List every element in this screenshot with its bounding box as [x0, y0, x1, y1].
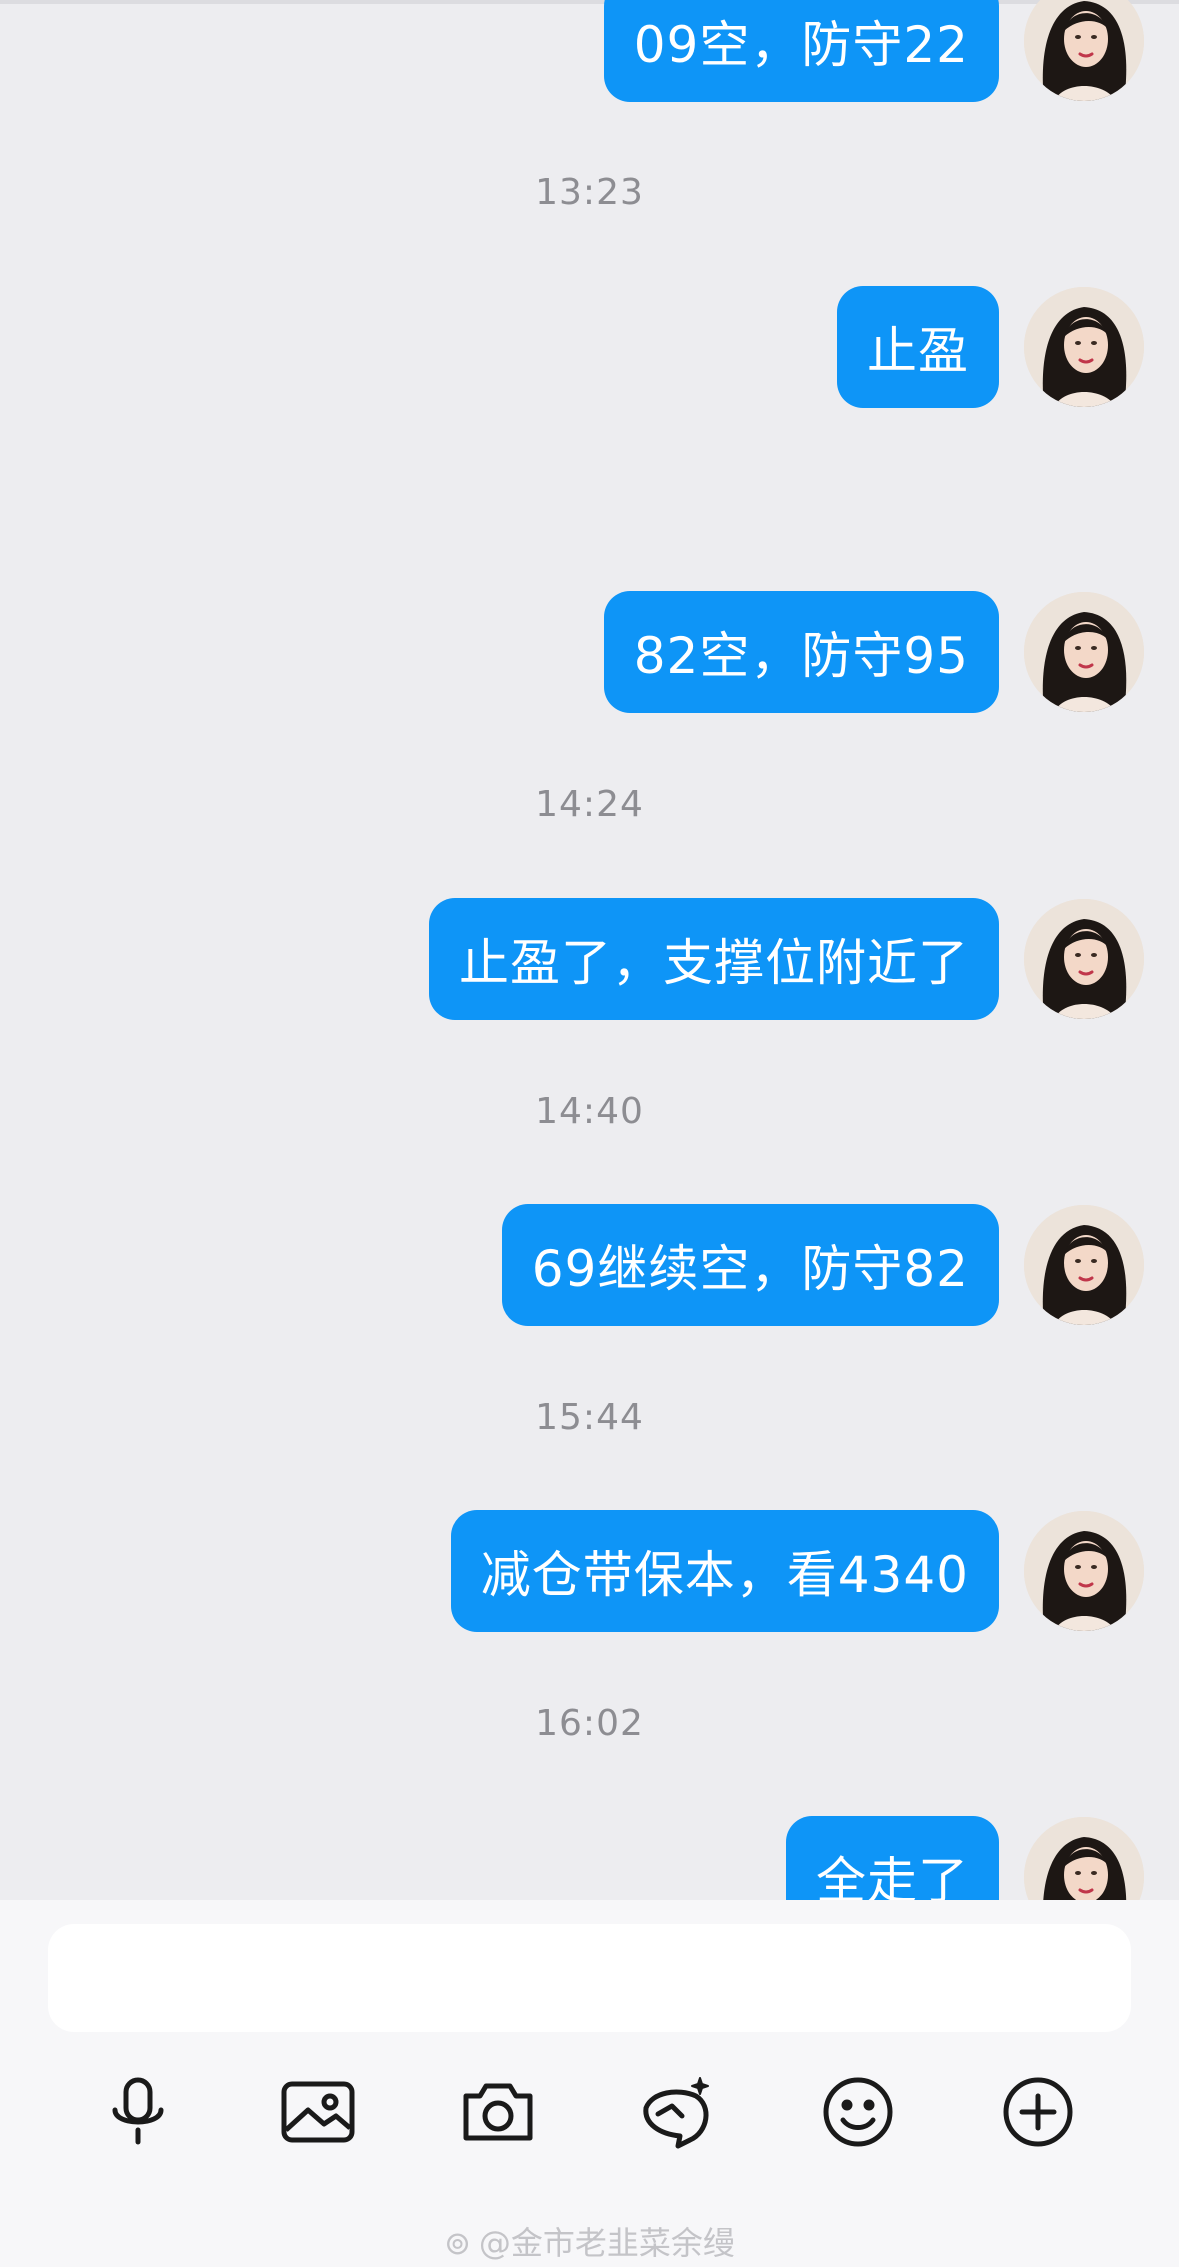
message-row: 全走了	[0, 1816, 1179, 1900]
microphone-icon	[112, 2077, 164, 2145]
chat-area[interactable]: 09空，防守22 13:23 止盈 82空，防守95 14:24 止盈了，支撑位…	[0, 0, 1179, 1900]
watermark-text: @金市老韭菜余缦	[478, 2224, 735, 2262]
plus-icon	[1003, 2077, 1073, 2147]
camera-button[interactable]	[448, 2062, 548, 2162]
message-bubble[interactable]: 82空，防守95	[603, 591, 999, 713]
message-row: 82空，防守95	[0, 591, 1179, 713]
timestamp: 13:23	[535, 172, 644, 213]
sticker-icon	[643, 2077, 709, 2149]
message-bubble[interactable]: 止盈了，支撑位附近了	[429, 898, 999, 1020]
message-bubble[interactable]: 全走了	[786, 1816, 999, 1900]
avatar[interactable]	[1024, 899, 1144, 1019]
message-bubble[interactable]: 09空，防守22	[603, 0, 999, 102]
avatar[interactable]	[1024, 1817, 1144, 1900]
avatar[interactable]	[1024, 0, 1144, 101]
sticker-button[interactable]	[628, 2062, 728, 2162]
message-bubble[interactable]: 减仓带保本，看4340	[450, 1510, 999, 1632]
composer-bar	[0, 1900, 1179, 2267]
message-row: 09空，防守22	[0, 0, 1179, 102]
message-bubble[interactable]: 69继续空，防守82	[501, 1204, 999, 1326]
timestamp: 16:02	[535, 1703, 644, 1744]
weibo-icon: ⊚	[444, 2224, 471, 2262]
voice-button[interactable]	[88, 2062, 188, 2162]
message-row: 69继续空，防守82	[0, 1204, 1179, 1326]
avatar[interactable]	[1024, 1511, 1144, 1631]
image-icon	[281, 2081, 355, 2143]
more-button[interactable]	[988, 2062, 1088, 2162]
timestamp: 14:40	[535, 1091, 644, 1132]
avatar[interactable]	[1024, 1205, 1144, 1325]
smile-icon	[823, 2077, 893, 2147]
camera-icon	[463, 2083, 533, 2141]
timestamp: 14:24	[535, 784, 644, 825]
timestamp: 15:44	[535, 1397, 644, 1438]
message-row: 止盈	[0, 286, 1179, 408]
message-row: 减仓带保本，看4340	[0, 1510, 1179, 1632]
message-row: 止盈了，支撑位附近了	[0, 898, 1179, 1020]
message-bubble[interactable]: 止盈	[837, 286, 999, 408]
message-input[interactable]	[48, 1924, 1131, 2032]
avatar[interactable]	[1024, 287, 1144, 407]
watermark: ⊚ @金市老韭菜余缦	[0, 2218, 1179, 2264]
emoji-button[interactable]	[808, 2062, 908, 2162]
avatar[interactable]	[1024, 592, 1144, 712]
gallery-button[interactable]	[268, 2062, 368, 2162]
